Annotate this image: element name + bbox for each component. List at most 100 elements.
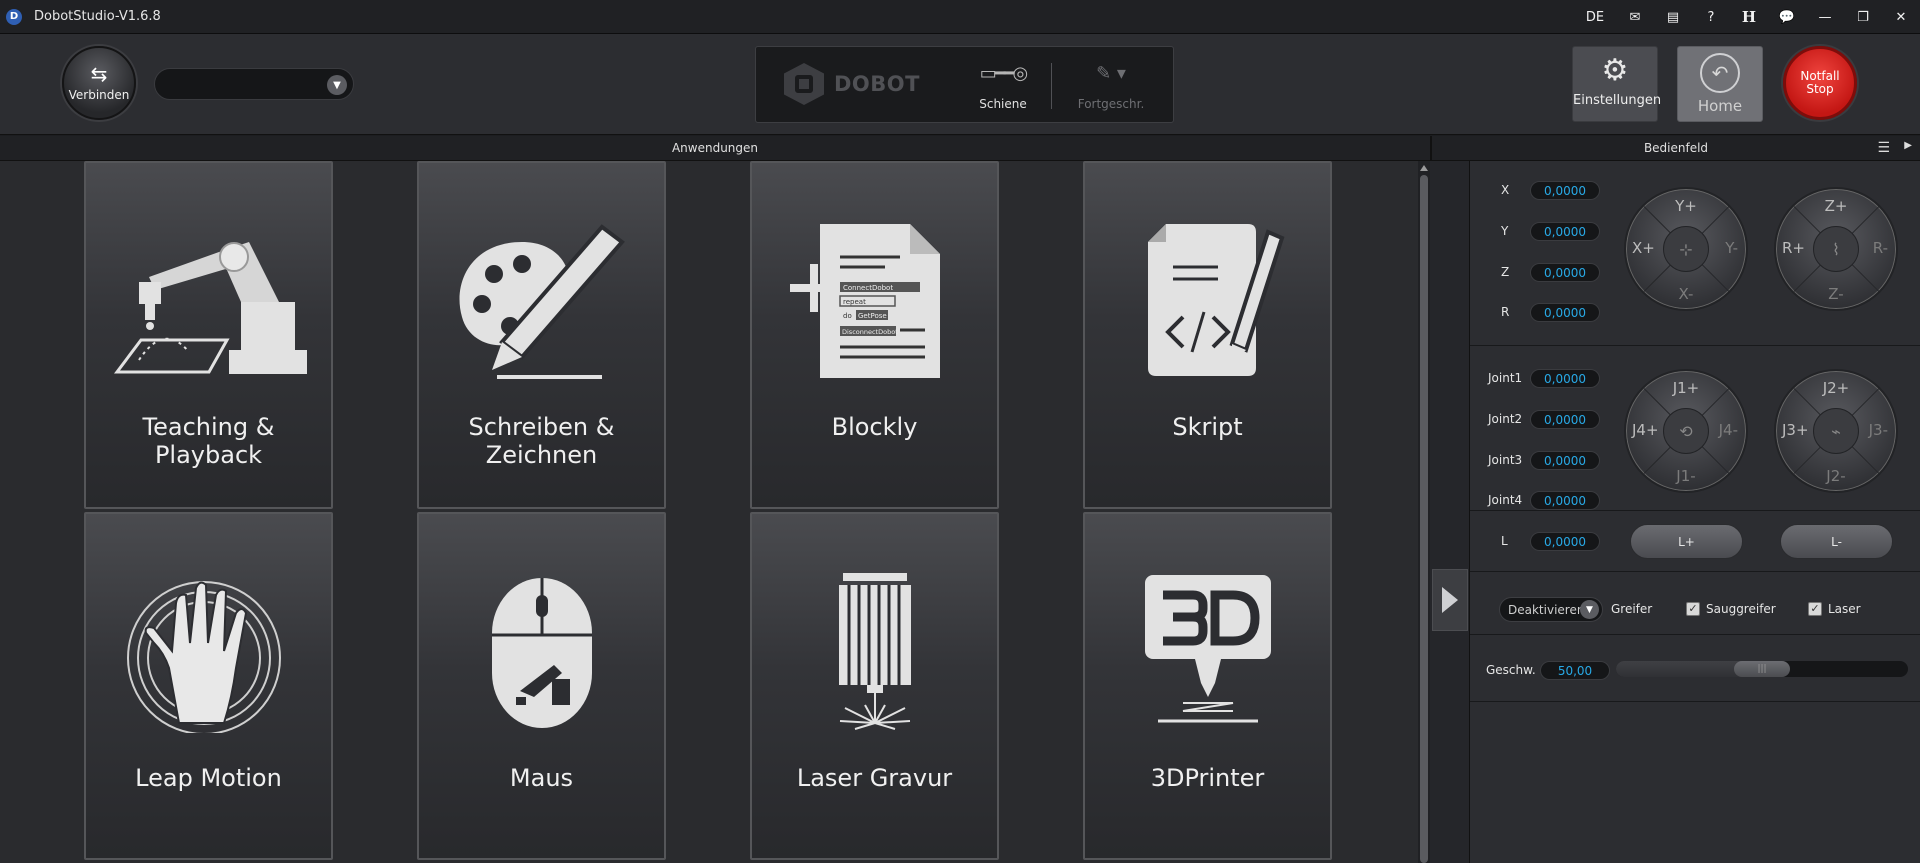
- palette-pencil-icon: [459, 224, 625, 379]
- jog-j2-minus[interactable]: J2-: [1776, 467, 1896, 485]
- dobot-brand: DOBOT: [834, 72, 920, 96]
- close-icon[interactable]: ✕: [1882, 0, 1920, 34]
- tile-writing-drawing[interactable]: Schreiben & Zeichnen: [417, 161, 666, 509]
- arm-joint-icon: ⌁: [1813, 408, 1859, 454]
- language-button[interactable]: DE: [1574, 0, 1616, 34]
- tile-teaching-playback[interactable]: Teaching & Playback: [84, 161, 333, 509]
- scroll-up-icon[interactable]: [1420, 165, 1428, 171]
- emergency-stop-button[interactable]: Notfall Stop: [1783, 46, 1857, 120]
- joint1-label: Joint1: [1488, 371, 1523, 385]
- jog-j3-plus[interactable]: J3+: [1782, 421, 1809, 439]
- speed-slider-handle[interactable]: |||: [1734, 661, 1790, 677]
- chevron-right-icon[interactable]: ▶: [1904, 140, 1912, 151]
- joint3-label: Joint3: [1488, 453, 1523, 467]
- tile-blockly[interactable]: ConnectDobot repeat do GetPose Disconnec…: [750, 161, 999, 509]
- rail-label: Schiene: [979, 97, 1027, 111]
- x-label: X: [1501, 183, 1510, 197]
- jog-x-minus[interactable]: X-: [1626, 285, 1746, 303]
- connect-label: Verbinden: [68, 88, 130, 102]
- script-document-icon: [1147, 224, 1284, 376]
- sauggreifer-checkbox[interactable]: ✓: [1686, 602, 1700, 616]
- jog-z-plus[interactable]: Z+: [1776, 197, 1896, 215]
- chat-icon[interactable]: 💬: [1768, 0, 1806, 34]
- applications-header: Anwendungen: [0, 136, 1430, 161]
- settings-button[interactable]: ⚙ Einstellungen: [1572, 46, 1661, 122]
- minimize-icon[interactable]: —: [1806, 0, 1844, 34]
- chevron-down-icon: ▼: [327, 75, 347, 95]
- chevron-down-icon: ▼: [1580, 600, 1599, 619]
- jog-r-minus[interactable]: R-: [1873, 239, 1888, 257]
- h-icon[interactable]: H: [1730, 0, 1768, 34]
- tile-3d-printer[interactable]: 3DPrinter: [1083, 512, 1332, 860]
- applications-scrollbar[interactable]: [1418, 161, 1430, 863]
- tile-label: Teaching & Playback: [142, 413, 275, 469]
- svg-text:GetPose: GetPose: [858, 312, 887, 320]
- l-minus-button[interactable]: L-: [1780, 524, 1893, 559]
- rail-button[interactable]: ▭━━◎ Schiene: [968, 63, 1038, 111]
- dobot-hex-icon: [784, 63, 824, 105]
- menu-icon[interactable]: ☰: [1877, 140, 1890, 156]
- l-plus-button[interactable]: L+: [1630, 524, 1743, 559]
- speed-section: Geschw. 50,00 |||: [1470, 636, 1920, 702]
- news-icon[interactable]: ▤: [1654, 0, 1692, 34]
- scrollbar-thumb[interactable]: [1420, 175, 1428, 863]
- y-value: 0,0000: [1530, 222, 1600, 241]
- r-label: R: [1501, 305, 1510, 319]
- joint1-value: 0,0000: [1530, 369, 1600, 388]
- svg-text:do: do: [843, 312, 852, 320]
- connect-button[interactable]: ⇆ Verbinden: [62, 46, 136, 120]
- joints-section: Joint1 0,0000 Joint2 0,0000 Joint3 0,000…: [1470, 347, 1920, 511]
- tile-label: Blockly: [831, 413, 918, 441]
- home-return-icon: ↶: [1700, 53, 1740, 93]
- joint4-label: Joint4: [1488, 493, 1523, 507]
- plug-icon: ⇆: [90, 62, 108, 86]
- panel-toggle-button[interactable]: [1432, 569, 1468, 631]
- jog-xy-pad[interactable]: Y+ X+ Y- X- ⊹: [1624, 187, 1748, 311]
- mail-icon[interactable]: ✉: [1616, 0, 1654, 34]
- tile-script[interactable]: Skript: [1083, 161, 1332, 509]
- cartesian-section: X 0,0000 Y 0,0000 Z 0,0000 R 0,0000 Y+ X…: [1470, 161, 1920, 346]
- advanced-button[interactable]: ✎ ▾ Fortgeschr.: [1071, 63, 1151, 111]
- robot-side-view-icon: ⌇: [1813, 226, 1859, 272]
- jog-j4-minus[interactable]: J4-: [1719, 421, 1738, 439]
- jog-j2-plus[interactable]: J2+: [1776, 379, 1896, 397]
- jog-y-minus[interactable]: Y-: [1725, 239, 1738, 257]
- tile-leap-motion[interactable]: Leap Motion: [84, 512, 333, 860]
- tile-label: 3DPrinter: [1150, 764, 1265, 792]
- jog-j3-minus[interactable]: J3-: [1869, 421, 1888, 439]
- control-panel-title: Bedienfeld: [1643, 141, 1709, 155]
- jog-zr-pad[interactable]: Z+ R+ R- Z- ⌇: [1774, 187, 1898, 311]
- rail-icon: ▭━━◎: [979, 63, 1028, 84]
- jog-j4-plus[interactable]: J4+: [1632, 421, 1659, 439]
- tile-laser-engraving[interactable]: Laser Gravur: [750, 512, 999, 860]
- jog-y-plus[interactable]: Y+: [1626, 197, 1746, 215]
- tile-mouse[interactable]: Maus: [417, 512, 666, 860]
- laser-icon: [838, 573, 911, 730]
- restore-icon[interactable]: ❐: [1844, 0, 1882, 34]
- jog-j1-minus[interactable]: J1-: [1626, 467, 1746, 485]
- control-panel-header: Bedienfeld ☰ ▶: [1430, 136, 1920, 161]
- speed-slider[interactable]: |||: [1616, 661, 1908, 677]
- tile-label: Leap Motion: [135, 764, 282, 792]
- home-label: Home: [1697, 97, 1743, 115]
- jog-j2-j3-pad[interactable]: J2+ J3+ J3- J2- ⌁: [1774, 369, 1898, 493]
- laser-checkbox[interactable]: ✓: [1808, 602, 1822, 616]
- home-button[interactable]: ↶ Home: [1677, 46, 1763, 122]
- l-label: L: [1501, 534, 1508, 548]
- jog-r-plus[interactable]: R+: [1782, 239, 1805, 257]
- joint3-value: 0,0000: [1530, 451, 1600, 470]
- jog-j1-j4-pad[interactable]: J1+ J4+ J4- J1- ⟲: [1624, 369, 1748, 493]
- port-select[interactable]: ▼: [154, 68, 354, 100]
- title-bar: D DobotStudio-V1.6.8 DE ✉ ▤ ? H 💬 — ❐ ✕: [0, 0, 1920, 34]
- jog-j1-plus[interactable]: J1+: [1626, 379, 1746, 397]
- gripper-select-value: Deaktivieren: [1508, 602, 1585, 617]
- help-icon[interactable]: ?: [1692, 0, 1730, 34]
- jog-z-minus[interactable]: Z-: [1776, 285, 1896, 303]
- dobot-logo: DOBOT: [784, 63, 920, 105]
- gripper-select[interactable]: Deaktivieren ▼: [1499, 597, 1603, 622]
- jog-x-plus[interactable]: X+: [1632, 239, 1655, 257]
- z-value: 0,0000: [1530, 263, 1600, 282]
- app-logo-icon: D: [6, 8, 22, 25]
- joint4-value: 0,0000: [1530, 491, 1600, 510]
- triangle-right-icon: [1442, 587, 1458, 613]
